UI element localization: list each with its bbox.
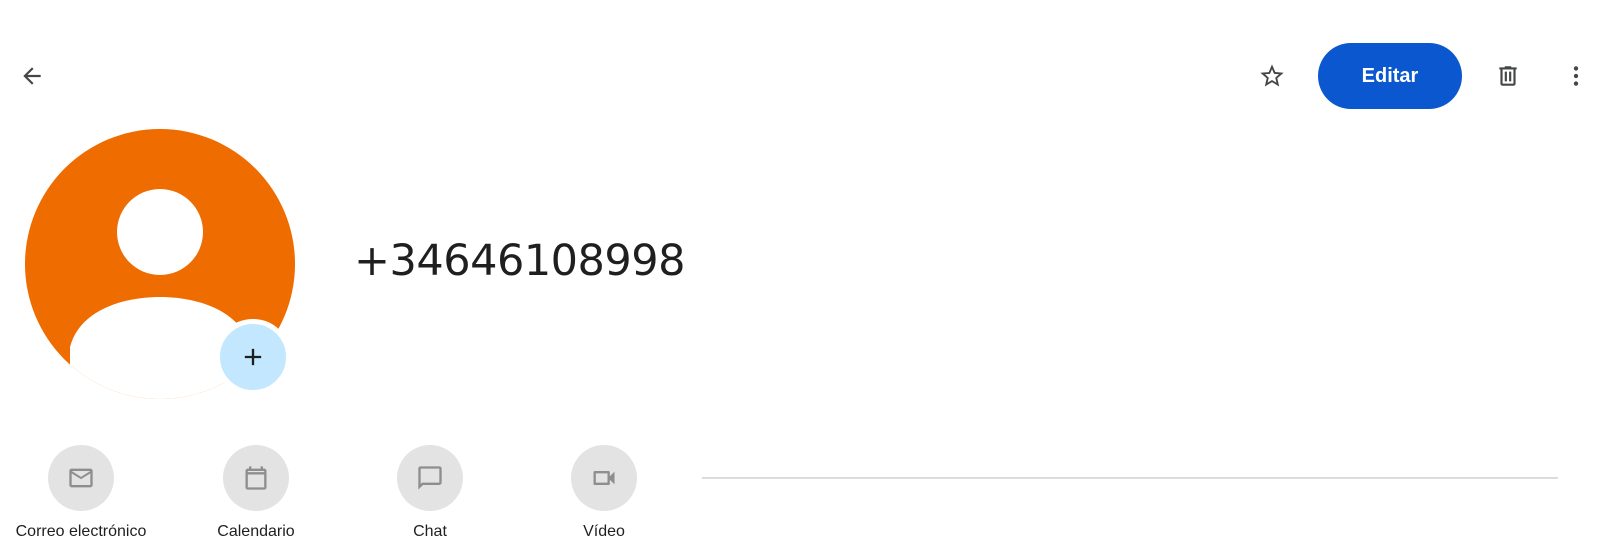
video-icon <box>593 471 615 485</box>
more-vertical-icon <box>1573 66 1579 86</box>
contact-name: +34646108998 <box>354 236 685 286</box>
add-photo-button[interactable] <box>215 319 291 395</box>
action-video[interactable]: Vídeo <box>517 445 691 541</box>
star-outline-icon <box>1260 64 1284 87</box>
divider <box>702 477 1558 479</box>
mail-icon <box>69 468 93 488</box>
trash-icon <box>1499 66 1517 86</box>
action-email[interactable]: Correo electrónico <box>0 445 168 541</box>
action-video-label: Vídeo <box>583 523 625 540</box>
star-button[interactable] <box>1252 56 1292 96</box>
arrow-left-icon <box>23 67 41 85</box>
chat-icon <box>418 466 442 490</box>
delete-button[interactable] <box>1488 56 1528 96</box>
calendar-icon <box>245 466 267 490</box>
plus-icon <box>244 348 262 366</box>
edit-button[interactable]: Editar <box>1318 43 1462 109</box>
contact-detail-page: Editar +34646108998 Correo electrónico C… <box>0 0 1600 553</box>
action-chat[interactable]: Chat <box>343 445 517 541</box>
quick-actions: Correo electrónico Calendario Chat Vídeo <box>0 445 680 545</box>
action-email-label: Correo electrónico <box>15 523 147 540</box>
back-button[interactable] <box>12 56 52 96</box>
more-options-button[interactable] <box>1556 56 1596 96</box>
action-calendar-label: Calendario <box>217 523 295 540</box>
action-chat-label: Chat <box>413 523 447 540</box>
action-calendar[interactable]: Calendario <box>169 445 343 541</box>
